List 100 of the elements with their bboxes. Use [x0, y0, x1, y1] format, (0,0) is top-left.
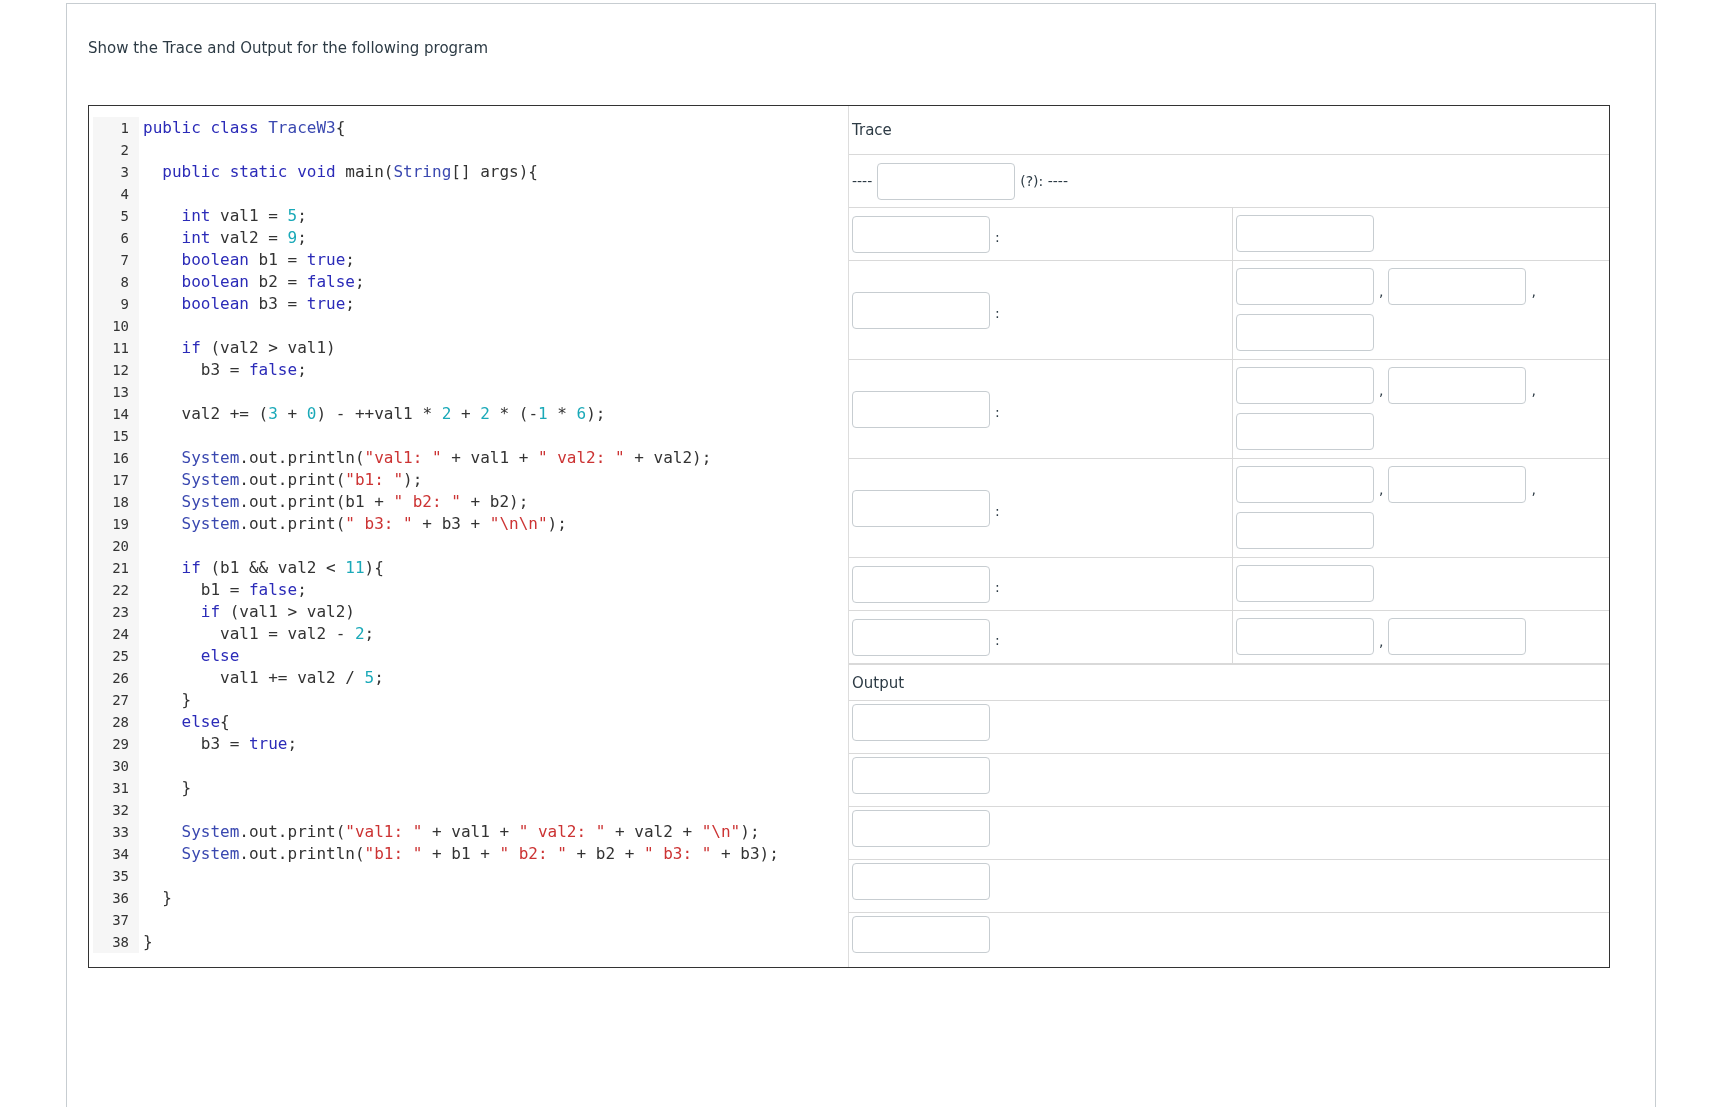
input-field[interactable] — [852, 618, 990, 656]
section-heading: Output — [852, 673, 905, 692]
line-number: 6 — [93, 227, 139, 249]
line-number: 5 — [93, 205, 139, 227]
separator: , — [1378, 631, 1385, 649]
line-number: 12 — [93, 359, 139, 381]
code-line: } — [142, 931, 153, 953]
line-number: 21 — [93, 557, 139, 579]
input-field[interactable] — [1236, 466, 1374, 503]
separator: : — [995, 228, 1000, 245]
line-number: 32 — [93, 799, 139, 821]
code-line: System.out.println("b1: " + b1 + " b2: " + b2 + " b3: " + b3); — [180, 843, 779, 865]
input-field[interactable] — [852, 489, 990, 527]
code-line: System.out.print("b1: "); — [180, 469, 423, 491]
input-field[interactable] — [1236, 512, 1374, 549]
line-number: 27 — [93, 689, 139, 711]
line-number: 15 — [93, 425, 139, 447]
input-field[interactable] — [852, 291, 990, 329]
code-line: boolean b2 = false; — [180, 271, 365, 293]
input-field[interactable] — [877, 162, 1016, 200]
input-field[interactable] — [852, 810, 990, 847]
line-number: 23 — [93, 601, 139, 623]
separator: : — [995, 502, 1000, 519]
code-line: if (val1 > val2) — [199, 601, 355, 623]
code-line: } — [161, 887, 172, 909]
input-field[interactable] — [852, 863, 990, 900]
input-field[interactable] — [852, 390, 990, 428]
line-number: 20 — [93, 535, 139, 557]
code-line: System.out.print(" b3: " + b3 + "\n\n"); — [180, 513, 567, 535]
input-field[interactable] — [1388, 466, 1527, 503]
code-line: boolean b3 = true; — [180, 293, 355, 315]
section-heading: Trace — [852, 121, 892, 139]
input-field[interactable] — [1236, 215, 1374, 252]
line-number: 4 — [93, 183, 139, 205]
input-field[interactable] — [852, 215, 990, 253]
separator: , — [1530, 479, 1537, 497]
separator: , — [1378, 380, 1385, 398]
input-field[interactable] — [1236, 367, 1374, 404]
line-number: 33 — [93, 821, 139, 843]
line-number: 13 — [93, 381, 139, 403]
line-number: 10 — [93, 315, 139, 337]
input-field[interactable] — [1236, 618, 1374, 655]
code-line: val1 += val2 / 5; — [219, 667, 384, 689]
question-prompt: Show the Trace and Output for the following program — [88, 38, 490, 59]
input-field[interactable] — [852, 704, 990, 741]
line-number: 1 — [93, 117, 139, 139]
code-line: if (b1 && val2 < 11){ — [180, 557, 384, 579]
line-number: 3 — [93, 161, 139, 183]
line-number: 2 — [93, 139, 139, 161]
input-field[interactable] — [852, 565, 990, 603]
separator: , — [1378, 281, 1385, 299]
line-number: 35 — [93, 865, 139, 887]
dashes-label: ---- — [852, 173, 873, 189]
separator: , — [1530, 380, 1537, 398]
code-line: System.out.print(b1 + " b2: " + b2); — [180, 491, 529, 513]
line-number: 8 — [93, 271, 139, 293]
line-number: 19 — [93, 513, 139, 535]
input-field[interactable] — [1388, 367, 1527, 404]
line-number: 29 — [93, 733, 139, 755]
line-number: 14 — [93, 403, 139, 425]
input-field[interactable] — [1388, 618, 1527, 655]
line-number: 37 — [93, 909, 139, 931]
line-number: 7 — [93, 249, 139, 271]
code-line: int val1 = 5; — [180, 205, 307, 227]
line-number: 38 — [93, 931, 139, 953]
code-line: else{ — [180, 711, 230, 733]
code-line: val2 += (3 + 0) - ++val1 * 2 + 2 * (-1 * 6); — [180, 403, 606, 425]
code-line: val1 = val2 - 2; — [219, 623, 375, 645]
line-number: 18 — [93, 491, 139, 513]
separator: : — [995, 403, 1000, 420]
code-line: System.out.println("val1: " + val1 + " val2: " + val2); — [180, 447, 712, 469]
line-number: 31 — [93, 777, 139, 799]
line-number: 34 — [93, 843, 139, 865]
line-number: 24 — [93, 623, 139, 645]
line-number: 28 — [93, 711, 139, 733]
input-field[interactable] — [1236, 565, 1374, 602]
input-field[interactable] — [1388, 268, 1527, 305]
line-number: 30 — [93, 755, 139, 777]
code-line: b3 = true; — [199, 733, 298, 755]
line-number: 16 — [93, 447, 139, 469]
input-field[interactable] — [852, 916, 990, 953]
line-number: 17 — [93, 469, 139, 491]
input-field[interactable] — [1236, 314, 1374, 351]
code-line: b1 = false; — [199, 579, 307, 601]
input-field[interactable] — [1236, 413, 1374, 450]
code-line: System.out.print("val1: " + val1 + " val2: " + val2 + "\n"); — [180, 821, 760, 843]
separator: : — [995, 304, 1000, 321]
code-line: public class TraceW3{ — [142, 117, 346, 139]
line-number: 11 — [93, 337, 139, 359]
line-number: 9 — [93, 293, 139, 315]
line-number: 26 — [93, 667, 139, 689]
code-line: if (val2 > val1) — [180, 337, 336, 359]
code-line: public static void main(String[] args){ — [161, 161, 538, 183]
line-number: 22 — [93, 579, 139, 601]
input-field[interactable] — [852, 757, 990, 794]
code-line: } — [180, 689, 192, 711]
code-line: b3 = false; — [199, 359, 307, 381]
code-line: else — [199, 645, 240, 667]
input-field[interactable] — [1236, 268, 1374, 305]
code-line: boolean b1 = true; — [180, 249, 355, 271]
